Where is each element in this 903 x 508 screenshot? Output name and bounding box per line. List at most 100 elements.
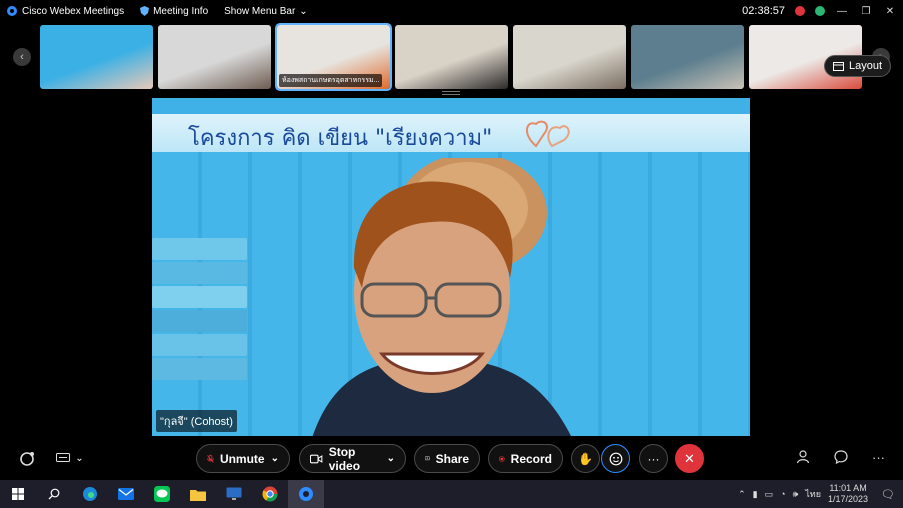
participant-strip: ‹ ห้องพสถานเกษตรอุตสาหกรรม... › Layout <box>0 22 903 92</box>
stop-video-label: Stop video <box>328 444 361 473</box>
taskbar-line[interactable] <box>144 480 180 508</box>
title-bar-right: 02:38:57 — ❐ ✕ <box>742 0 897 22</box>
more-options-button[interactable]: ··· <box>639 444 668 473</box>
taskbar-webex[interactable] <box>288 480 324 508</box>
ellipsis-icon: ··· <box>872 450 885 465</box>
taskbar-remote-app[interactable] <box>216 480 252 508</box>
show-menu-bar-button[interactable]: Show Menu Bar ⌄ <box>224 6 308 17</box>
resize-handle[interactable] <box>442 91 460 95</box>
participant-thumbnail[interactable] <box>40 25 153 89</box>
leave-meeting-button[interactable]: ✕ <box>675 444 704 473</box>
layout-label: Layout <box>848 60 882 72</box>
start-button[interactable] <box>0 480 36 508</box>
speaker-name-tag: "กุลจี" (Cohost) <box>156 410 237 432</box>
taskbar-mail[interactable] <box>108 480 144 508</box>
heart-logo-icon <box>526 120 570 148</box>
meeting-info-button[interactable]: Meeting Info <box>140 6 208 17</box>
taskbar-file-explorer[interactable] <box>180 480 216 508</box>
battery-icon[interactable]: ▭ <box>765 489 774 500</box>
captions-button[interactable]: ⌄ <box>50 444 90 473</box>
webex-logo-icon <box>7 6 17 16</box>
reactions-button[interactable] <box>601 444 630 473</box>
chat-button[interactable] <box>834 450 848 467</box>
meeting-timer: 02:38:57 <box>742 5 785 17</box>
webex-app-icon <box>299 487 313 501</box>
video-camera-icon <box>310 454 323 463</box>
unmute-button[interactable]: Unmute ⌄ <box>196 444 290 473</box>
taskbar-date: 1/17/2023 <box>827 494 869 504</box>
taskbar-edge[interactable] <box>72 480 108 508</box>
monitor-icon <box>226 487 242 500</box>
close-icon: ✕ <box>684 450 695 466</box>
windows-logo-icon <box>12 488 24 500</box>
ellipsis-icon: ··· <box>647 451 660 466</box>
books-stack <box>152 238 247 436</box>
title-bar: Cisco Webex Meetings Meeting Info Show M… <box>0 0 903 22</box>
active-speaker-video: โครงการ คิด เขียน "เรียงความ" "กุลจี" (C… <box>152 98 750 436</box>
chevron-left-icon: ‹ <box>20 51 24 63</box>
layout-button[interactable]: Layout <box>823 55 891 77</box>
edge-browser-icon <box>83 487 97 501</box>
volume-icon[interactable]: 🕪 <box>793 489 799 500</box>
share-button[interactable]: Share <box>414 444 480 473</box>
participant-thumbnail[interactable] <box>158 25 271 89</box>
network-health-icon <box>815 6 825 16</box>
assistant-icon <box>19 451 34 466</box>
chat-bubble-icon <box>834 450 848 465</box>
chevron-down-icon: ⌄ <box>75 453 84 464</box>
show-menu-bar-label: Show Menu Bar <box>224 5 296 17</box>
layout-icon <box>832 61 844 71</box>
chrome-browser-icon <box>262 486 278 502</box>
participant-thumbnail[interactable] <box>631 25 744 89</box>
share-screen-icon <box>425 456 430 461</box>
record-icon <box>499 455 505 462</box>
muted-mic-icon <box>207 454 214 463</box>
record-label: Record <box>510 451 552 466</box>
unmute-label: Unmute <box>219 451 265 466</box>
usb-icon[interactable]: ▮ <box>753 489 758 500</box>
app-title: Cisco Webex Meetings <box>22 5 125 17</box>
meeting-info-label: Meeting Info <box>153 5 209 17</box>
participant-thumbnail-label: ห้องพสถานเกษตรอุตสาหกรรม... <box>279 74 383 87</box>
minimize-button[interactable]: — <box>835 6 849 17</box>
mail-icon <box>118 488 134 500</box>
taskbar-time: 11:01 AM <box>829 483 867 493</box>
show-hidden-icons-button[interactable]: ⌃ <box>738 489 746 500</box>
chevron-down-icon: ⌄ <box>386 453 395 464</box>
project-banner: โครงการ คิด เขียน "เรียงความ" <box>152 114 750 152</box>
speaker-person <box>312 158 571 436</box>
close-window-button[interactable]: ✕ <box>883 6 897 17</box>
banner-title: โครงการ คิด เขียน "เรียงความ" <box>188 126 493 151</box>
participant-thumbnail[interactable] <box>513 25 626 89</box>
smiley-icon <box>609 452 622 465</box>
more-panels-button[interactable]: ··· <box>872 450 885 465</box>
stop-video-button[interactable]: Stop video ⌄ <box>299 444 406 473</box>
taskbar-chrome[interactable] <box>252 480 288 508</box>
strip-prev-button[interactable]: ‹ <box>13 48 31 66</box>
participant-thumbnail[interactable]: ห้องพสถานเกษตรอุตสาหกรรม... <box>275 23 392 91</box>
shield-icon <box>140 6 150 16</box>
hand-icon: ✋ <box>578 451 593 466</box>
participants-icon <box>796 450 810 464</box>
taskbar-clock[interactable]: 11:01 AM 1/17/2023 <box>828 483 868 505</box>
raise-hand-button[interactable]: ✋ <box>571 444 600 473</box>
system-tray: ⌃ ▮ ▭ ◔ 🕪 ไทย 11:01 AM 1/17/2023 🗨 <box>738 480 903 508</box>
share-label: Share <box>435 451 469 466</box>
folder-icon <box>190 489 206 501</box>
captions-icon <box>56 453 71 462</box>
network-wifi-icon[interactable]: ◔ <box>780 489 785 499</box>
app-title-area: Cisco Webex Meetings <box>6 5 124 17</box>
meeting-controls: ⌄ Unmute ⌄ Stop video ⌄ Share Record ✋ ·… <box>0 444 903 474</box>
participants-button[interactable] <box>796 450 811 467</box>
windows-taskbar: ⌃ ▮ ▭ ◔ 🕪 ไทย 11:01 AM 1/17/2023 🗨 <box>0 480 903 508</box>
record-button[interactable]: Record <box>488 444 563 473</box>
participant-thumbnail[interactable] <box>395 25 508 89</box>
notification-center-icon[interactable]: 🗨 <box>881 488 895 501</box>
taskbar-search-button[interactable] <box>36 480 72 508</box>
line-app-icon <box>154 486 170 502</box>
restore-button[interactable]: ❐ <box>859 6 873 17</box>
recording-indicator-icon <box>795 6 805 16</box>
chevron-down-icon: ⌄ <box>270 453 279 464</box>
language-indicator[interactable]: ไทย <box>805 487 821 501</box>
webex-assistant-button[interactable] <box>12 444 41 473</box>
